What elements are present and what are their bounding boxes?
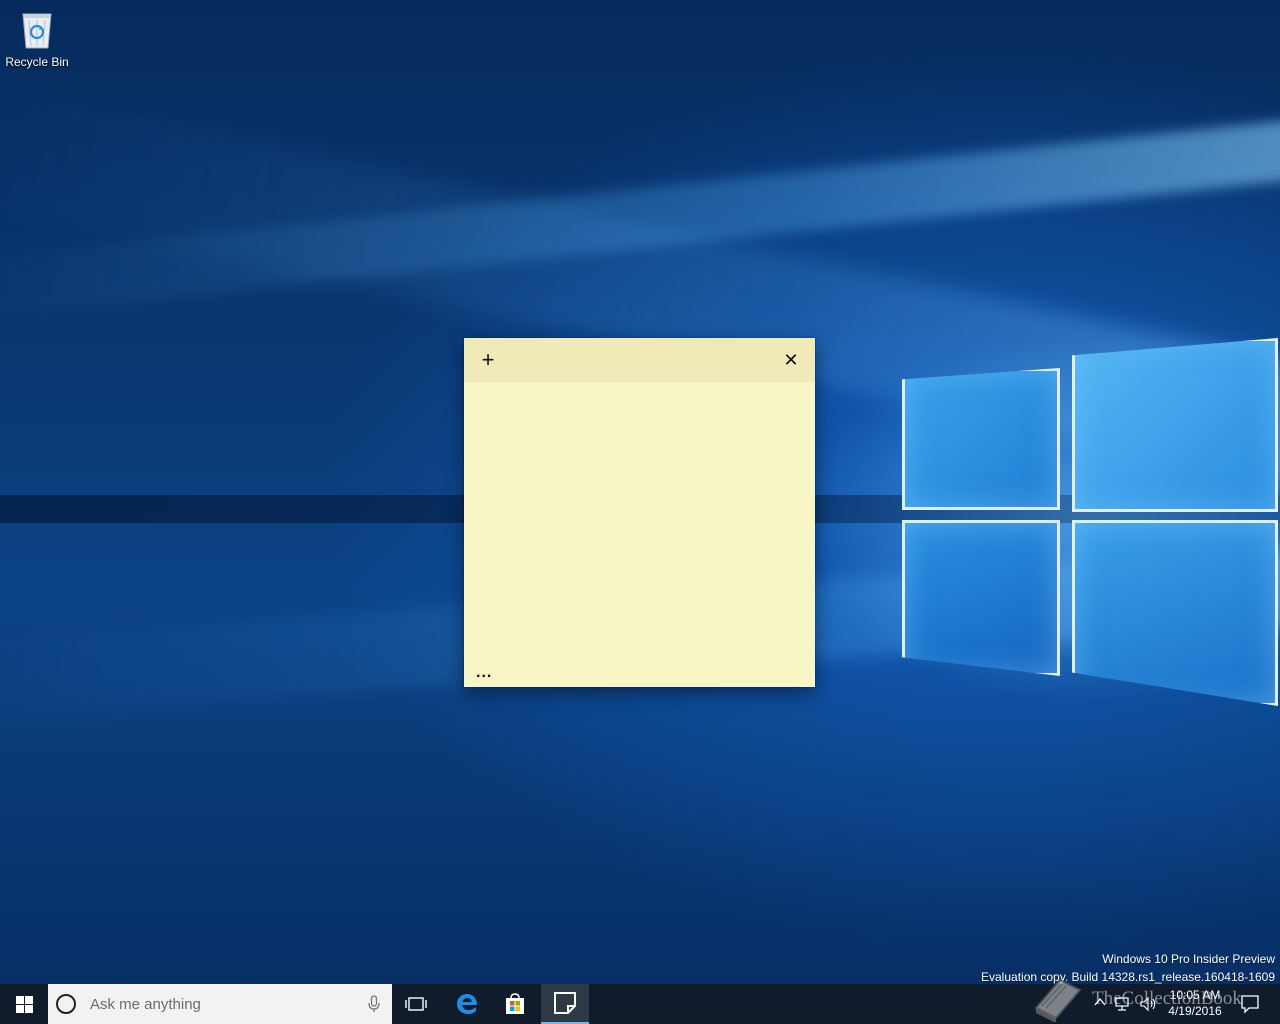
- windows-logo-pane: [1072, 520, 1278, 706]
- recycle-bin-desktop-icon[interactable]: Recycle Bin: [4, 8, 70, 69]
- sticky-notes-icon: [554, 992, 576, 1014]
- more-options-icon[interactable]: ...: [476, 665, 492, 681]
- cortana-icon: [56, 994, 76, 1014]
- start-button[interactable]: [0, 984, 48, 1024]
- plus-icon: +: [481, 347, 495, 372]
- delete-note-button[interactable]: ✕: [777, 346, 805, 374]
- cortana-search-box[interactable]: [48, 984, 392, 1024]
- edge-icon: [457, 994, 478, 1014]
- book-logo-icon: [1034, 978, 1082, 1022]
- search-input[interactable]: [88, 994, 342, 1014]
- sticky-note-header[interactable]: + ✕: [464, 338, 815, 382]
- action-center-icon[interactable]: [1240, 994, 1260, 1014]
- windows-logo-pane: [902, 520, 1060, 676]
- task-view-button[interactable]: [394, 984, 438, 1024]
- edge-button[interactable]: [444, 984, 490, 1024]
- recycle-bin-icon: [19, 8, 55, 50]
- windows-logo-pane: [902, 368, 1060, 510]
- recycle-bin-label: Recycle Bin: [5, 55, 69, 69]
- site-watermark-text: TheCollectionBook: [1092, 988, 1242, 1009]
- taskbar: 10:05 AM 4/19/2016: [0, 984, 1280, 1024]
- task-view-icon: [405, 997, 427, 1011]
- new-note-button[interactable]: +: [474, 346, 502, 374]
- build-watermark: Windows 10 Pro Insider Preview Evaluatio…: [981, 950, 1275, 986]
- edition-text: Windows 10 Pro Insider Preview: [1102, 952, 1275, 966]
- store-button[interactable]: [492, 984, 538, 1024]
- note-text-area[interactable]: [464, 382, 815, 659]
- store-icon: [506, 993, 524, 1014]
- close-icon: ✕: [783, 349, 799, 370]
- windows-logo-pane: [1072, 338, 1278, 512]
- windows-icon: [15, 995, 33, 1013]
- sticky-notes-taskbar-button[interactable]: [541, 984, 589, 1024]
- microphone-icon[interactable]: [368, 995, 380, 1013]
- sticky-note-window[interactable]: + ✕ ...: [464, 338, 815, 687]
